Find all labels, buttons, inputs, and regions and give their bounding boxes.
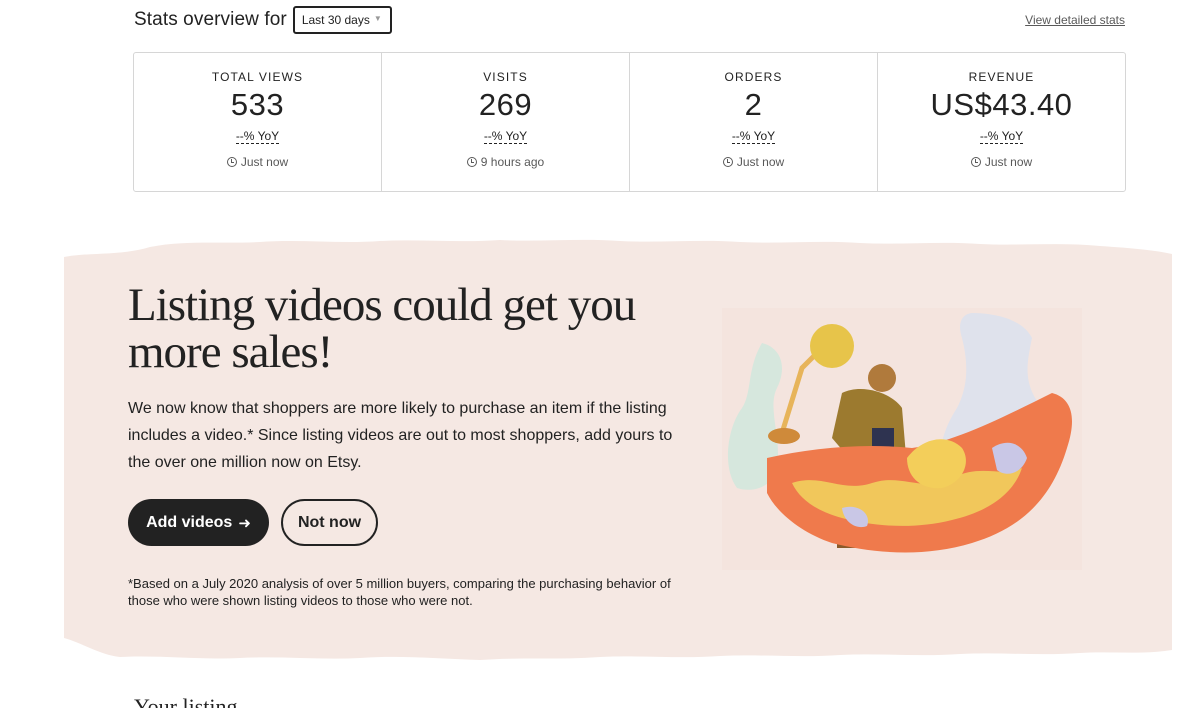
stats-title: Stats overview for	[134, 9, 287, 30]
view-detailed-stats-link[interactable]: View detailed stats	[1025, 13, 1125, 27]
stat-updated: 9 hours ago	[382, 155, 629, 169]
clock-icon	[722, 157, 733, 167]
not-now-button-label: Not now	[297, 513, 362, 531]
not-now-button[interactable]: Not now	[281, 499, 378, 546]
stat-updated: Just now	[878, 155, 1125, 169]
clock-icon	[226, 157, 237, 167]
stat-label: ORDERS	[724, 70, 783, 84]
stat-card-revenue[interactable]: REVENUE US$43.40 --% YoY Just now	[878, 53, 1125, 191]
stats-header: Stats overview for Last 30 days ▼	[134, 6, 392, 34]
stat-card-total-views[interactable]: TOTAL VIEWS 533 --% YoY Just now	[134, 53, 382, 191]
clock-icon	[970, 157, 981, 167]
stats-grid: TOTAL VIEWS 533 --% YoY Just now VISITS …	[133, 52, 1126, 192]
stat-value: US$43.40	[930, 87, 1073, 122]
stat-yoy[interactable]: --% YoY	[731, 129, 776, 144]
stat-label: TOTAL VIEWS	[211, 70, 304, 84]
next-section-heading: Your listing...	[134, 694, 255, 708]
stat-updated-text: Just now	[736, 155, 785, 169]
clock-icon	[466, 157, 477, 167]
stat-card-visits[interactable]: VISITS 269 --% YoY 9 hours ago	[382, 53, 630, 191]
period-dropdown-value: Last 30 days	[301, 13, 370, 27]
stat-yoy[interactable]: --% YoY	[483, 129, 528, 144]
stat-card-orders[interactable]: ORDERS 2 --% YoY Just now	[630, 53, 878, 191]
stat-updated-text: Just now	[984, 155, 1033, 169]
stat-updated-text: 9 hours ago	[480, 155, 545, 169]
arrow-right-icon: ➜	[238, 514, 251, 532]
period-dropdown[interactable]: Last 30 days ▼	[292, 6, 392, 34]
listing-videos-promo: Listing videos could get you more sales!…	[0, 230, 1200, 670]
stat-yoy[interactable]: --% YoY	[235, 129, 280, 144]
stat-label: VISITS	[483, 70, 528, 84]
add-videos-button[interactable]: Add videos ➜	[128, 499, 269, 546]
promo-body: We now know that shoppers are more likel…	[128, 400, 673, 471]
stat-updated: Just now	[630, 155, 877, 169]
stat-label: REVENUE	[968, 70, 1035, 84]
stat-value: 269	[478, 87, 533, 122]
stat-yoy[interactable]: --% YoY	[979, 129, 1024, 144]
stat-value: 533	[230, 87, 285, 122]
stat-updated: Just now	[134, 155, 381, 169]
promo-footnote: *Based on a July 2020 analysis of over 5…	[128, 576, 671, 608]
promo-title: Listing videos could get you more sales!	[128, 279, 636, 378]
caret-down-icon: ▼	[373, 13, 382, 23]
add-videos-button-label: Add videos	[146, 513, 233, 531]
illustration-image	[722, 308, 1082, 570]
stat-value: 2	[744, 87, 763, 122]
stat-updated-text: Just now	[240, 155, 289, 169]
